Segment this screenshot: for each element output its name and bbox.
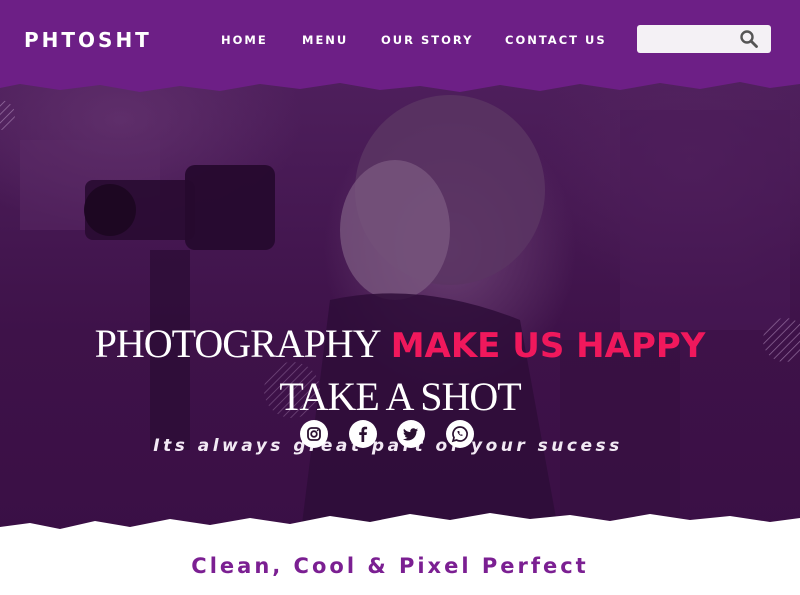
nav-item-menu[interactable]: MENU — [302, 33, 348, 47]
instagram-icon — [307, 427, 321, 441]
search-icon[interactable] — [739, 29, 759, 49]
facebook-button[interactable] — [349, 420, 377, 448]
torn-edge-top — [0, 74, 800, 92]
headline-photography: PHOTOGRAPHY — [94, 321, 382, 366]
twitter-button[interactable] — [397, 420, 425, 448]
torn-edge-bottom — [0, 513, 800, 545]
nav-item-home[interactable]: HOME — [221, 33, 268, 47]
twitter-icon — [403, 428, 418, 441]
facebook-icon — [359, 426, 368, 442]
site-logo[interactable]: PHTOSHT — [24, 28, 152, 52]
hero-photo — [0, 95, 800, 540]
whatsapp-icon — [451, 426, 468, 443]
hero-banner: PHOTOGRAPHY MAKE US HAPPY TAKE A SHOT Its… — [0, 80, 800, 540]
hero-tagline: Its always great part of your sucess — [153, 436, 623, 456]
nav-item-our-story[interactable]: OUR STORY — [381, 33, 473, 47]
headline-accent: MAKE US HAPPY — [390, 326, 706, 366]
whatsapp-button[interactable] — [446, 420, 474, 448]
search-input[interactable] — [637, 25, 737, 53]
instagram-button[interactable] — [300, 420, 328, 448]
section-title: Clean, Cool & Pixel Perfect — [191, 554, 589, 578]
nav-item-contact-us[interactable]: CONTACT US — [505, 33, 607, 47]
hero-subheadline: TAKE A SHOT — [279, 374, 521, 419]
hero-headline: PHOTOGRAPHY MAKE US HAPPY — [0, 320, 800, 367]
